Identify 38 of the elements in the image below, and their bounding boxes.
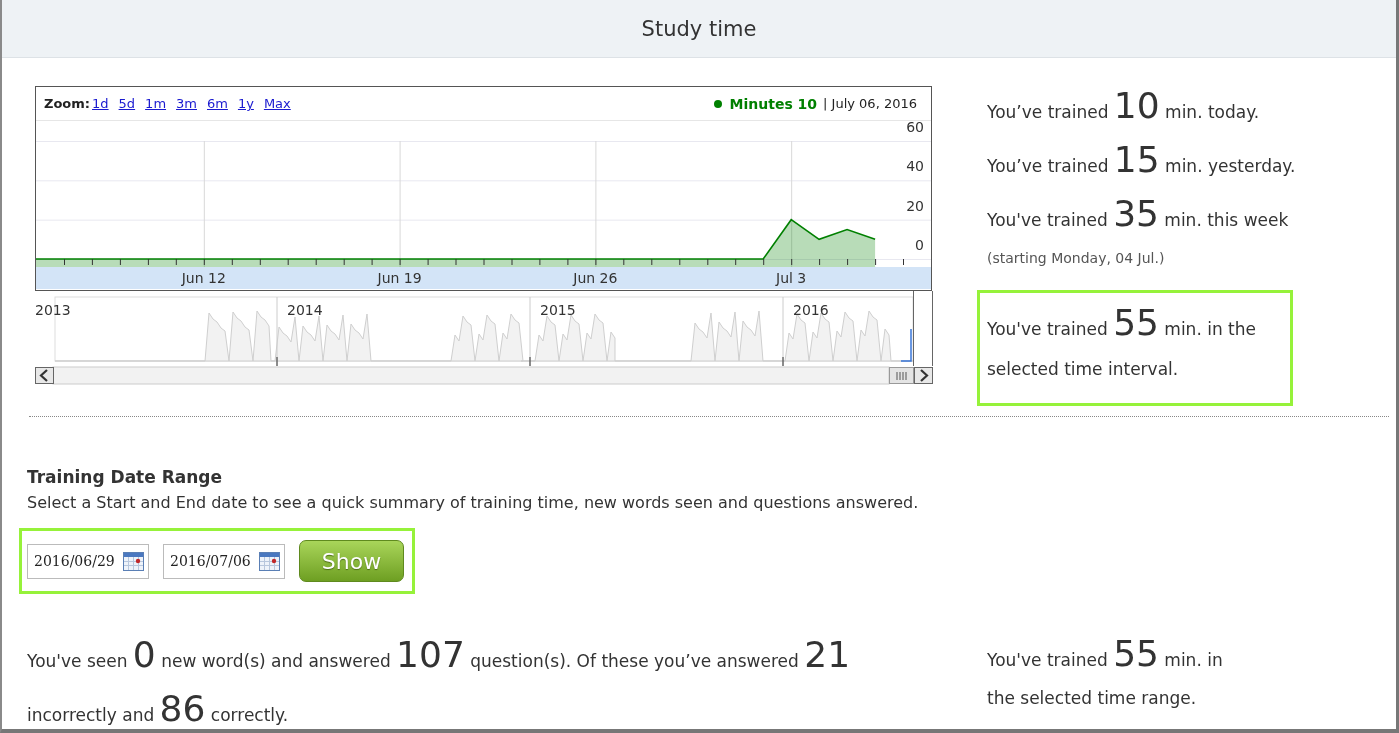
stat-text: You’ve trained 15 min. yesterday.	[987, 142, 1296, 182]
stat-text: You've trained 55 min. in the selected time interval.	[987, 301, 1257, 381]
axis-label: Jun 26	[573, 270, 618, 286]
axis-label: 60	[906, 121, 924, 135]
year-label: 2016	[793, 302, 829, 318]
section-title: Training Date Range	[27, 467, 224, 487]
stat-text: You’ve trained 10 min. today.	[987, 88, 1261, 128]
stat-text: You've trained 35 min. this week	[987, 196, 1290, 236]
year-label: 2013	[35, 302, 71, 318]
zoom-link[interactable]: 6m	[207, 96, 228, 111]
calendar-icon[interactable]	[123, 551, 144, 571]
selection-line	[900, 328, 912, 362]
calendar-icon[interactable]	[259, 551, 280, 571]
axis-label: 20	[906, 197, 924, 214]
zoom-label: Zoom:	[44, 96, 91, 111]
year-label: 2015	[540, 302, 576, 318]
section-description: Select a Start and End date to see a quick summary of training time, new words seen and questions answered.	[27, 493, 920, 512]
zoom-link[interactable]: 5d	[118, 96, 136, 111]
stat-note: (starting Monday, 04 Jul.)	[987, 250, 1166, 268]
stat-text: You've trained 55 min. in the selected time range.	[987, 634, 1224, 710]
page-title: Study time	[641, 16, 757, 41]
axis-label: Jun 19	[377, 270, 422, 286]
zoom-link[interactable]: 1m	[145, 96, 167, 111]
axis-label: 40	[906, 158, 924, 175]
zoom-link[interactable]: Max	[263, 96, 291, 111]
zoom-link[interactable]: 3m	[176, 96, 197, 111]
zoom-link[interactable]: 1d	[92, 96, 109, 111]
scrollbar-thumb	[889, 367, 914, 384]
year-label: 2014	[287, 302, 323, 318]
axis-label: Jul 3	[776, 270, 807, 286]
axis-label: Jun 12	[181, 270, 226, 286]
date-field[interactable]: 2016/06/29	[27, 543, 149, 579]
summary-text: You've seen 0 new word(s) and answered 107 question(s). Of these you’ve answered 21 incorrectly and 86 correctly.	[27, 634, 852, 729]
date-field[interactable]: 2016/07/06	[163, 543, 285, 579]
legend-value: Minutes 10	[729, 95, 818, 112]
zoom-link[interactable]: 1y	[237, 96, 254, 111]
axis-label: 0	[915, 237, 924, 253]
legend-date: | July 06, 2016	[823, 96, 917, 111]
